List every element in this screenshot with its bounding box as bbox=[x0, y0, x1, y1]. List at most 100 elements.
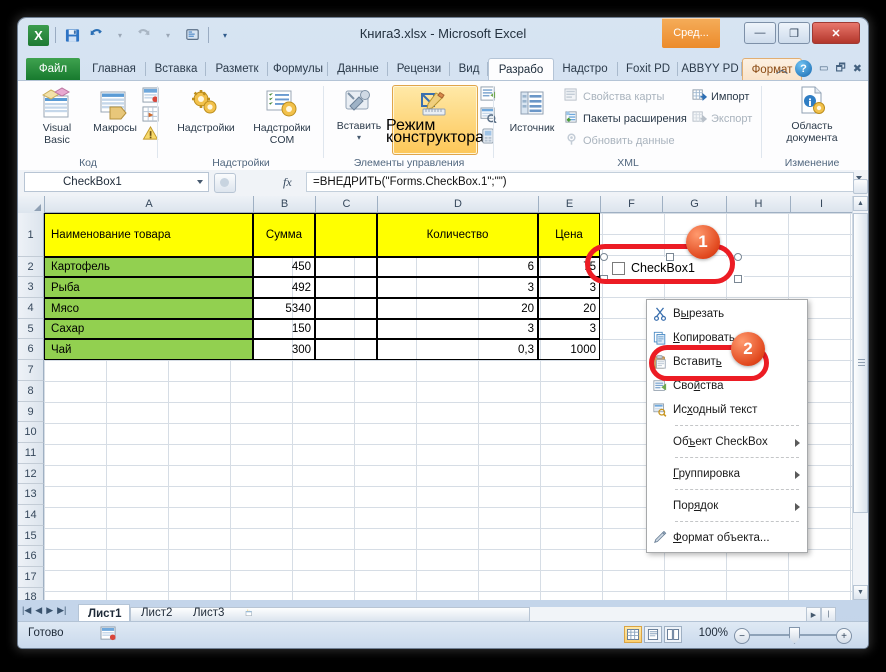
cell-A4[interactable]: Мясо bbox=[44, 298, 253, 319]
select-all-button[interactable] bbox=[18, 196, 45, 214]
row-header-14[interactable]: 14 bbox=[18, 505, 44, 526]
cell-E4[interactable]: 20 bbox=[538, 298, 600, 319]
context-menu-item-order[interactable]: Порядок bbox=[647, 494, 807, 518]
tab-view[interactable]: Вид bbox=[450, 58, 488, 80]
zoom-in-button[interactable]: + bbox=[836, 628, 852, 644]
column-header-E[interactable]: E bbox=[539, 196, 601, 213]
split-pane-handle[interactable] bbox=[853, 179, 868, 194]
cell-C3[interactable] bbox=[315, 277, 377, 298]
cell-C1[interactable] bbox=[315, 213, 377, 257]
resize-handle-e[interactable] bbox=[734, 275, 742, 283]
row-header-6[interactable]: 6 bbox=[18, 339, 44, 360]
macros-button[interactable]: Макросы bbox=[86, 87, 144, 135]
vertical-scroll-thumb[interactable] bbox=[853, 213, 868, 513]
zoom-slider-thumb[interactable] bbox=[789, 627, 800, 644]
cell-A3[interactable]: Рыба bbox=[44, 277, 253, 298]
close-button[interactable]: ✕ bbox=[812, 22, 860, 44]
row-header-5[interactable]: 5 bbox=[18, 319, 44, 339]
export-button[interactable]: Экспорт bbox=[692, 110, 752, 127]
row-header-1[interactable]: 1 bbox=[18, 213, 44, 257]
row-header-8[interactable]: 8 bbox=[18, 381, 44, 402]
context-menu-item-format-object[interactable]: Формат объекта... bbox=[647, 526, 807, 550]
sheet-tab-list2[interactable]: Лист2 bbox=[132, 604, 182, 622]
tab-insert[interactable]: Вставка bbox=[146, 58, 206, 80]
row-header-9[interactable]: 9 bbox=[18, 402, 44, 422]
row-header-16[interactable]: 16 bbox=[18, 546, 44, 567]
page-break-preview-button[interactable] bbox=[664, 626, 682, 643]
scroll-down-button[interactable]: ▼ bbox=[853, 585, 868, 600]
cell-B3[interactable]: 492 bbox=[253, 277, 315, 298]
row-header-2[interactable]: 2 bbox=[18, 257, 44, 277]
cell-B4[interactable]: 5340 bbox=[253, 298, 315, 319]
sheet-tab-list3[interactable]: Лист3 bbox=[184, 604, 234, 622]
xml-source-button[interactable]: Источник bbox=[502, 89, 562, 135]
normal-view-button[interactable] bbox=[624, 626, 642, 643]
chevron-down-icon[interactable]: ▾ bbox=[357, 133, 361, 142]
row-header-10[interactable]: 10 bbox=[18, 422, 44, 443]
app-minimize-icon[interactable]: ▭ bbox=[819, 63, 828, 74]
import-button[interactable]: Импорт bbox=[692, 88, 749, 105]
vertical-scrollbar[interactable]: ▲ ▼ bbox=[852, 179, 868, 600]
insert-worksheet-button[interactable] bbox=[236, 604, 262, 622]
cell-B1[interactable]: Сумма bbox=[253, 213, 315, 257]
zoom-slider[interactable]: − + bbox=[734, 627, 852, 644]
column-header-F[interactable]: F bbox=[601, 196, 663, 213]
cell-C2[interactable] bbox=[315, 257, 377, 277]
cell-A1[interactable]: Наименование товара bbox=[44, 213, 253, 257]
cell-A6[interactable]: Чай bbox=[44, 339, 253, 360]
row-header-18[interactable]: 18 bbox=[18, 588, 44, 600]
visual-basic-button[interactable]: Visual Basic bbox=[28, 87, 86, 146]
app-restore-icon[interactable]: 🗗 bbox=[835, 59, 845, 78]
minimize-button[interactable]: — bbox=[744, 22, 776, 44]
row-header-17[interactable]: 17 bbox=[18, 567, 44, 588]
cell-A5[interactable]: Сахар bbox=[44, 319, 253, 339]
context-menu-item-source-code[interactable]: Исходный текст bbox=[647, 398, 807, 422]
cell-D2[interactable]: 6 bbox=[377, 257, 538, 277]
column-header-H[interactable]: H bbox=[727, 196, 791, 213]
name-box[interactable]: CheckBox1 bbox=[24, 172, 209, 192]
first-sheet-icon[interactable]: |◀ bbox=[22, 605, 31, 616]
resize-handle-ne[interactable] bbox=[734, 253, 742, 261]
row-header-15[interactable]: 15 bbox=[18, 526, 44, 546]
context-menu-item-group[interactable]: Группировка bbox=[647, 462, 807, 486]
next-sheet-icon[interactable]: ▶ bbox=[46, 605, 53, 616]
insert-control-button[interactable]: Вставить ▾ bbox=[330, 87, 388, 142]
cell-E3[interactable]: 3 bbox=[538, 277, 600, 298]
zoom-out-button[interactable]: − bbox=[734, 628, 750, 644]
cell-C4[interactable] bbox=[315, 298, 377, 319]
com-addins-button[interactable]: Надстройки COM bbox=[246, 87, 318, 146]
tab-addins[interactable]: Надстро bbox=[552, 58, 618, 80]
tab-data[interactable]: Данные bbox=[328, 58, 388, 80]
scroll-up-button[interactable]: ▲ bbox=[853, 196, 868, 211]
context-menu-item-checkbox-object[interactable]: Объект CheckBox bbox=[647, 430, 807, 454]
tab-developer[interactable]: Разрабо bbox=[488, 58, 554, 81]
cell-C5[interactable] bbox=[315, 319, 377, 339]
formula-input[interactable]: =ВНЕДРИТЬ("Forms.CheckBox.1";"") bbox=[306, 172, 854, 192]
cell-D5[interactable]: 3 bbox=[377, 319, 538, 339]
row-header-4[interactable]: 4 bbox=[18, 298, 44, 319]
app-close-icon[interactable]: ✖ bbox=[853, 62, 862, 75]
row-header-13[interactable]: 13 bbox=[18, 484, 44, 505]
tab-formulas[interactable]: Формулы bbox=[268, 58, 328, 80]
cell-A2[interactable]: Картофель bbox=[44, 257, 253, 277]
cell-B5[interactable]: 150 bbox=[253, 319, 315, 339]
column-header-A[interactable]: A bbox=[45, 196, 254, 213]
refresh-data-button[interactable]: Обновить данные bbox=[564, 132, 675, 149]
expansion-packs-button[interactable]: Пакеты расширения bbox=[564, 110, 687, 127]
cell-D3[interactable]: 3 bbox=[377, 277, 538, 298]
status-macro-record-icon[interactable] bbox=[100, 626, 117, 641]
cell-D1[interactable]: Количество bbox=[377, 213, 538, 257]
column-header-D[interactable]: D bbox=[378, 196, 539, 213]
sheet-tab-list1[interactable]: Лист1 bbox=[78, 604, 130, 622]
column-header-C[interactable]: C bbox=[316, 196, 378, 213]
context-menu-item-cut[interactable]: Вырезать bbox=[647, 302, 807, 326]
tab-page-layout[interactable]: Разметк bbox=[206, 58, 268, 80]
cell-E6[interactable]: 1000 bbox=[538, 339, 600, 360]
tab-review[interactable]: Рецензи bbox=[388, 58, 450, 80]
column-header-G[interactable]: G bbox=[663, 196, 727, 213]
row-header-7[interactable]: 7 bbox=[18, 360, 44, 381]
page-layout-view-button[interactable] bbox=[644, 626, 662, 643]
last-sheet-icon[interactable]: ▶| bbox=[57, 605, 66, 616]
cell-E5[interactable]: 3 bbox=[538, 319, 600, 339]
restore-button[interactable]: ❐ bbox=[778, 22, 810, 44]
